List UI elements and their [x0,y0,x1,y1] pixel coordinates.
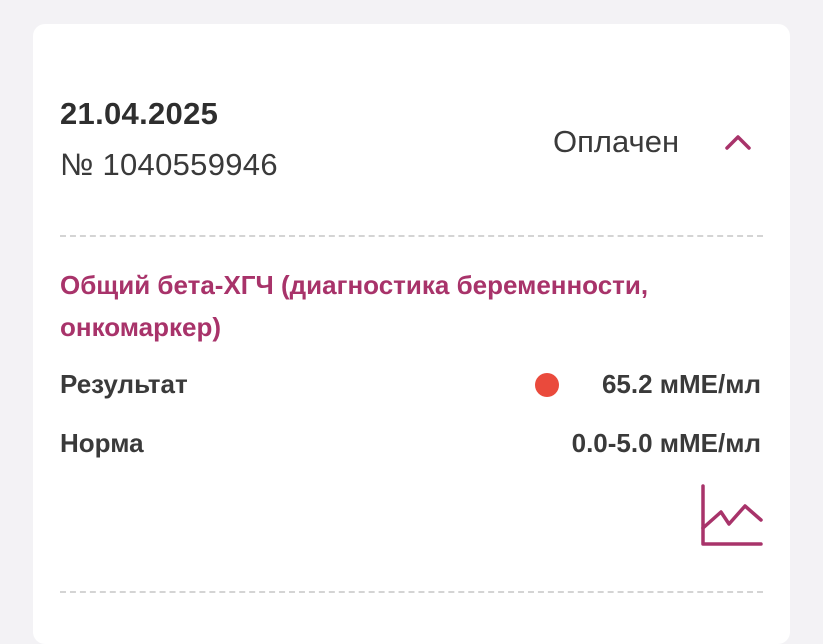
norm-label: Норма [60,428,144,458]
line-chart-icon[interactable] [699,484,763,548]
divider [60,235,763,237]
chevron-up-icon[interactable] [721,130,755,154]
result-label: Результат [60,369,188,399]
norm-value: 0.0-5.0 мМЕ/мл [571,428,761,458]
divider [60,591,763,593]
order-number: № 1040559946 [60,147,278,182]
order-card: 21.04.2025 № 1040559946 Оплачен Общий бе… [33,24,790,644]
result-value: 65.2 мМЕ/мл [601,369,761,399]
order-date: 21.04.2025 [60,96,219,131]
result-status-indicator [535,373,559,397]
test-name[interactable]: Общий бета-ХГЧ (диагностика беременности… [60,264,760,348]
order-status: Оплачен [553,124,680,159]
